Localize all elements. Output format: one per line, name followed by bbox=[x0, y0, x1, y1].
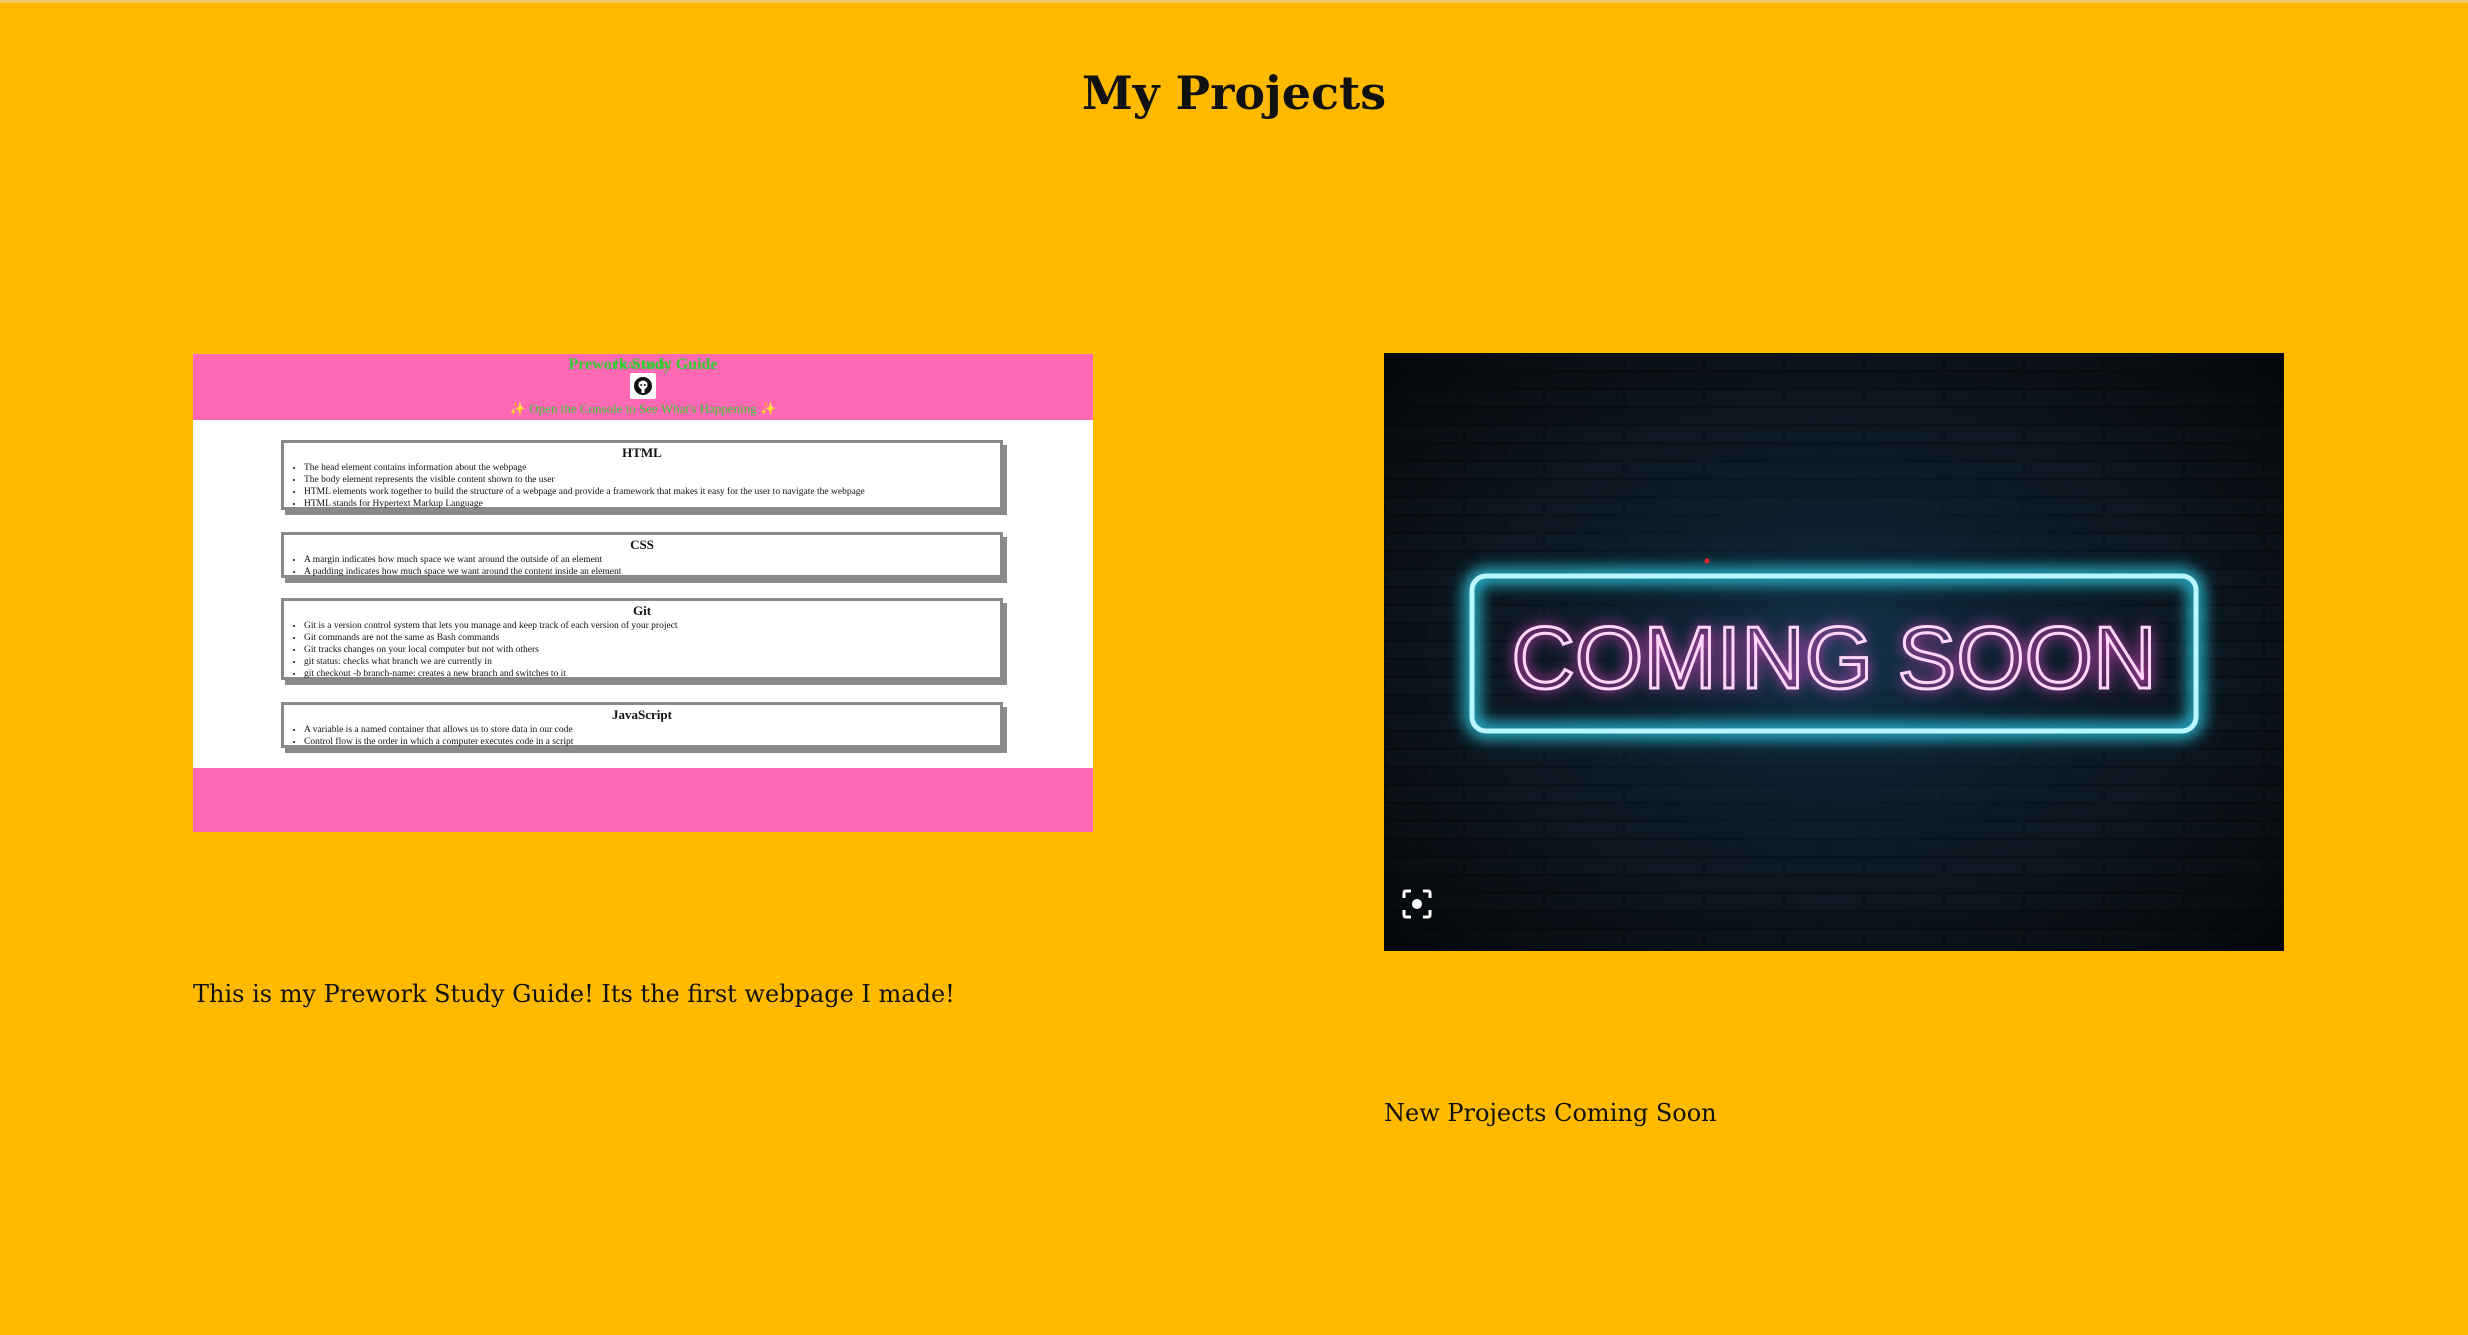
card-list: The head element contains information ab… bbox=[284, 462, 1000, 510]
project-caption-coming-soon: New Projects Coming Soon bbox=[1384, 1099, 1717, 1127]
list-item: HTML elements work together to build the… bbox=[304, 486, 1000, 498]
page-title: My Projects bbox=[1081, 66, 1387, 120]
list-item: HTML stands for Hypertext Markup Languag… bbox=[304, 498, 1000, 510]
project-thumbnail-study-guide[interactable]: Prework Study Guide ✨ Open the Console t… bbox=[193, 354, 1093, 832]
study-guide-card-javascript: JavaScript A variable is a named contain… bbox=[281, 702, 1003, 748]
study-guide-footer bbox=[193, 768, 1093, 832]
project-thumbnail-coming-soon[interactable]: COMING SOON COMING SOON bbox=[1384, 353, 2284, 951]
card-heading: HTML bbox=[622, 445, 662, 460]
card-list: A variable is a named container that all… bbox=[284, 724, 1000, 748]
study-guide-card-git: Git Git is a version control system that… bbox=[281, 598, 1003, 680]
list-item: The body element represents the visible … bbox=[304, 474, 1000, 486]
card-list: Git is a version control system that let… bbox=[284, 620, 1000, 680]
github-octocat-icon bbox=[630, 373, 656, 399]
card-list: A margin indicates how much space we wan… bbox=[284, 554, 1000, 578]
study-guide-tagline: ✨ Open the Console to See What's Happeni… bbox=[509, 401, 777, 416]
card-heading: CSS bbox=[630, 537, 654, 552]
list-item: Git commands are not the same as Bash co… bbox=[304, 632, 1000, 644]
list-item: Git tracks changes on your local compute… bbox=[304, 644, 1000, 656]
list-item: The head element contains information ab… bbox=[304, 462, 1000, 474]
project-caption-study-guide: This is my Prework Study Guide! Its the … bbox=[193, 980, 955, 1008]
study-guide-card-html: HTML The head element contains informati… bbox=[281, 440, 1003, 510]
coming-soon-neon-art: COMING SOON COMING SOON bbox=[1384, 353, 2284, 951]
list-item: A margin indicates how much space we wan… bbox=[304, 554, 1000, 566]
list-item: git status: checks what branch we are cu… bbox=[304, 656, 1000, 668]
list-item: A padding indicates how much space we wa… bbox=[304, 566, 1000, 578]
card-heading: Git bbox=[632, 603, 652, 618]
study-guide-card-css: CSS A margin indicates how much space we… bbox=[281, 532, 1003, 578]
list-item: Control flow is the order in which a com… bbox=[304, 736, 1000, 748]
top-border bbox=[0, 0, 2468, 3]
list-item: A variable is a named container that all… bbox=[304, 724, 1000, 736]
neon-text: COMING SOON bbox=[1511, 608, 2156, 707]
card-heading: JavaScript bbox=[612, 707, 672, 722]
list-item: Git is a version control system that let… bbox=[304, 620, 1000, 632]
list-item: git checkout -b branch-name: creates a n… bbox=[304, 668, 1000, 680]
study-guide-footer-text: I can code! bbox=[614, 356, 672, 371]
